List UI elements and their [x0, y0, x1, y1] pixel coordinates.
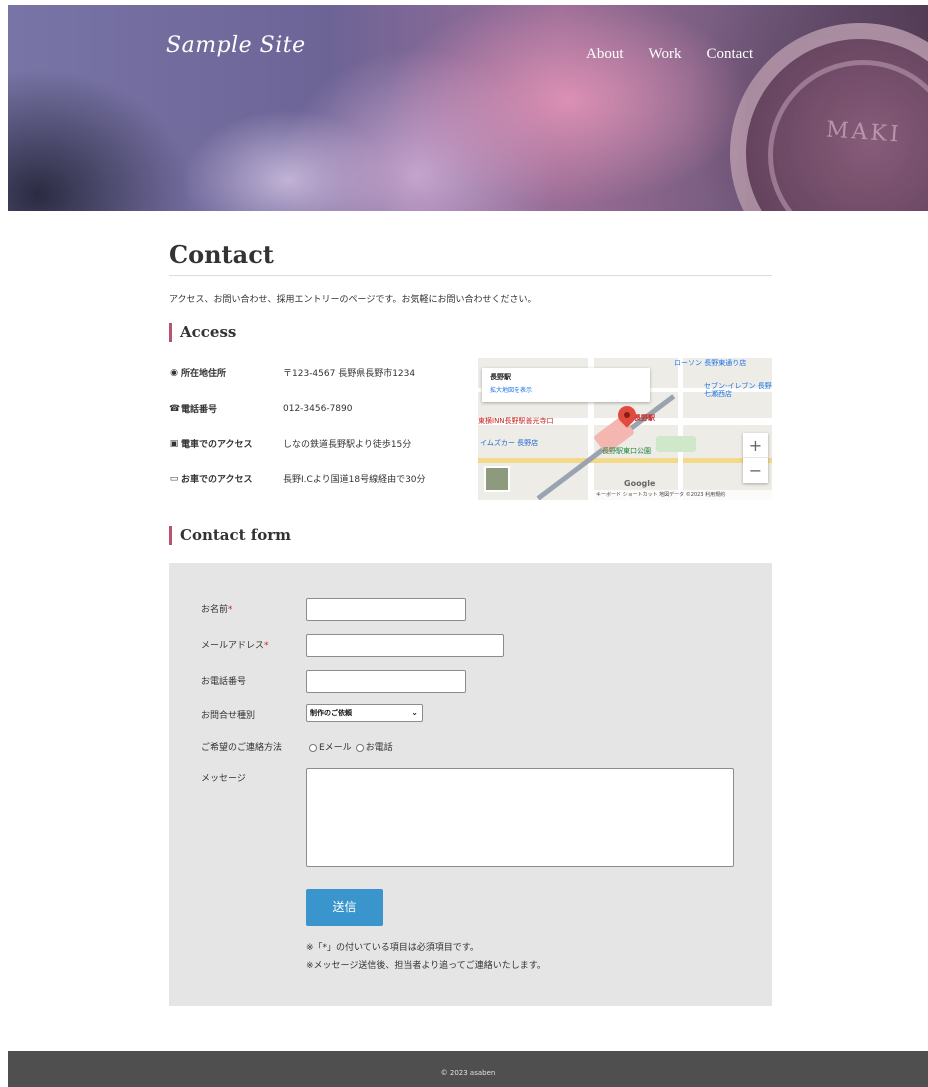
address-row: ◉ 所在地住所 〒123-4567 長野県長野市1234 [169, 366, 416, 380]
contact-method-radios: Eメール お電話 [309, 740, 393, 753]
map-view-larger-link[interactable]: 拡大地図を表示 [490, 385, 642, 394]
map-pin-icon: ◉ [170, 367, 178, 378]
train-row: ▣ 電車でのアクセス しなの鉄道長野駅より徒歩15分 [169, 437, 412, 451]
email-input[interactable] [306, 634, 504, 657]
contact-form: お名前* メールアドレス* お電話番号 お問合せ種別 制作のご依頼 ⌄ ご希望の… [169, 563, 772, 1006]
train-label: 電車でのアクセス [181, 440, 253, 450]
radio-phone[interactable]: お電話 [355, 740, 393, 753]
map-label-hotel: 東横INN長野駅善光寺口 [478, 417, 554, 425]
car-label: お車でのアクセス [181, 475, 253, 485]
google-map[interactable]: 長野駅 長野駅東口公園 セブン-イレブン 長野七瀬西店 ローソン 長野東通り店 … [478, 358, 772, 500]
form-note-required: ※「*」の付いている項目は必須項目です。 [306, 943, 479, 953]
hero-header: MAKI [8, 5, 928, 211]
name-label: お名前* [201, 605, 233, 615]
contact-method-label: ご希望のご連絡方法 [201, 743, 283, 753]
radio-circle-icon[interactable] [309, 743, 317, 752]
nav-work[interactable]: Work [649, 46, 682, 63]
map-satellite-toggle[interactable] [484, 466, 510, 492]
train-value: しなの鉄道長野駅より徒歩15分 [283, 440, 412, 450]
phone-field-label: お電話番号 [201, 677, 247, 687]
phone-label: 電話番号 [181, 405, 218, 415]
hero-cup-text: MAKI [825, 117, 903, 148]
map-road [678, 358, 683, 500]
access-section: ◉ 所在地住所 〒123-4567 長野県長野市1234 ☎ 電話番号 012-… [169, 358, 772, 500]
chevron-down-icon: ⌄ [411, 708, 418, 717]
inquiry-type-label: お問合せ種別 [201, 711, 256, 721]
radio-circle-icon[interactable] [355, 743, 364, 752]
train-icon: ▣ [169, 438, 179, 449]
page-intro: アクセス、お問い合わせ、採用エントリーのページです。お気軽にお問い合わせください… [169, 295, 537, 305]
main-nav: About Work Contact [586, 46, 753, 63]
form-note-followup: ※メッセージ送信後、担当者より追ってご連絡いたします。 [306, 961, 546, 971]
message-textarea[interactable] [306, 768, 734, 867]
inquiry-type-value: 制作のご依頼 [310, 709, 352, 717]
map-road-major [478, 458, 772, 463]
access-heading: Access [169, 323, 236, 342]
message-label: メッセージ [201, 774, 246, 784]
map-label-rental: イムズカー 長野店 [480, 439, 539, 447]
map-place-card: 長野駅 拡大地図を表示 [482, 368, 650, 402]
title-divider [169, 275, 772, 276]
map-label-station: 長野駅 [634, 414, 655, 422]
page-title: Contact [169, 240, 274, 269]
phone-row: ☎ 電話番号 012-3456-7890 [169, 402, 353, 416]
address-value: 〒123-4567 長野県長野市1234 [283, 369, 416, 379]
footer-copyright: © 2023 asaben [440, 1069, 496, 1077]
google-logo: Google [624, 479, 656, 488]
required-mark: * [228, 605, 233, 615]
phone-input[interactable] [306, 670, 466, 693]
name-input[interactable] [306, 598, 466, 621]
address-label: 所在地住所 [181, 369, 227, 379]
site-footer: © 2023 asaben [8, 1051, 928, 1087]
car-row: ▭ お車でのアクセス 長野I.Cより国道18号線経由で30分 [169, 472, 426, 486]
radio-email[interactable]: Eメール [309, 740, 352, 753]
map-label-seven: セブン-イレブン 長野七瀬西店 [704, 382, 772, 398]
email-label: メールアドレス* [201, 641, 269, 651]
car-icon: ▭ [169, 473, 179, 484]
zoom-out-button[interactable]: − [743, 458, 768, 483]
map-label-lawson: ローソン 長野東通り店 [674, 359, 747, 367]
phone-value: 012-3456-7890 [283, 403, 353, 414]
inquiry-type-select[interactable]: 制作のご依頼 ⌄ [306, 704, 423, 722]
required-mark: * [264, 641, 269, 651]
map-zoom-control: + − [743, 433, 768, 483]
nav-about[interactable]: About [586, 46, 624, 63]
map-place-name: 長野駅 [490, 373, 511, 381]
contact-form-heading: Contact form [169, 526, 291, 545]
zoom-in-button[interactable]: + [743, 433, 768, 458]
car-value: 長野I.Cより国道18号線経由で30分 [283, 475, 426, 485]
map-attribution[interactable]: キーボード ショートカット 地図データ ©2023 利用規約 [594, 490, 772, 500]
form-notes: ※「*」の付いている項目は必須項目です。 ※メッセージ送信後、担当者より追ってご… [306, 939, 546, 975]
main-content: Contact アクセス、お問い合わせ、採用エントリーのページです。お気軽にお問… [169, 240, 772, 1006]
map-label-park: 長野駅東口公園 [602, 447, 651, 455]
submit-button[interactable]: 送信 [306, 889, 383, 926]
nav-contact[interactable]: Contact [706, 46, 753, 63]
phone-icon: ☎ [169, 403, 181, 414]
map-park [656, 436, 696, 452]
site-logo[interactable]: Sample Site [166, 33, 306, 58]
